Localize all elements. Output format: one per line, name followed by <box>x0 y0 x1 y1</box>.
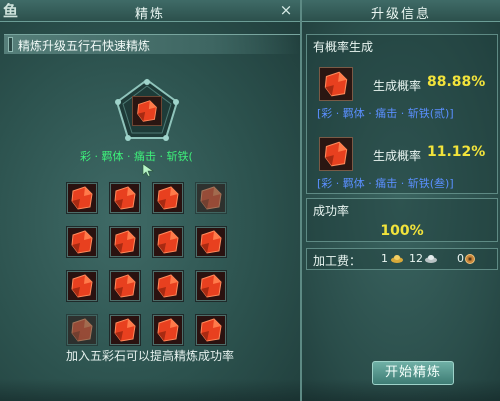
material-slot[interactable] <box>66 226 98 258</box>
result-label-2: 生成概率 <box>373 149 422 163</box>
refine-window: 鱼 精炼 × 精炼升级五行石快速精炼 彩 · 羁体 · 痛击 · 斩铁(加入五… <box>0 0 302 401</box>
result-stone-slot-2[interactable] <box>319 137 353 171</box>
material-slot[interactable] <box>152 314 184 346</box>
success-rate-panel: 成功率 100% <box>306 198 498 242</box>
material-slot[interactable] <box>66 270 98 302</box>
result-row-1: 生成概率 88.88% [彩 · 羁体 · 痛击 · 斩铁(贰)] <box>315 67 499 127</box>
red-stone-icon <box>324 141 348 167</box>
bottom-shade <box>0 379 300 401</box>
start-refine-button[interactable]: 开始精炼 <box>372 361 454 385</box>
refine-titlebar: 鱼 精炼 × <box>0 0 300 22</box>
fee-gold-value: 1 <box>381 252 388 265</box>
material-slot[interactable] <box>109 270 141 302</box>
red-stone-icon <box>157 274 179 298</box>
gold-ingot-icon <box>391 255 403 263</box>
refine-tab-label: 精炼升级五行石快速精炼 <box>18 39 151 53</box>
red-stone-icon <box>71 186 93 210</box>
cursor-arrow-icon <box>142 163 154 177</box>
red-stone-icon <box>157 230 179 254</box>
refine-tab[interactable]: 精炼升级五行石快速精炼 <box>4 34 300 54</box>
main-stone-socket[interactable] <box>114 78 180 144</box>
red-stone-icon <box>200 318 222 342</box>
red-stone-icon <box>114 274 136 298</box>
stone-attribute-text: 彩 · 羁体 · 痛击 · 斩铁( <box>80 150 193 163</box>
material-slot[interactable] <box>109 226 141 258</box>
result-label-1: 生成概率 <box>373 79 422 93</box>
material-slot[interactable] <box>66 314 98 346</box>
red-stone-icon <box>71 230 93 254</box>
fee-label: 加工费： <box>313 254 362 268</box>
material-slot[interactable] <box>195 226 227 258</box>
probability-panel-title: 有概率生成 <box>313 40 374 54</box>
material-slot[interactable] <box>152 226 184 258</box>
red-stone-icon <box>114 230 136 254</box>
result-rate-1: 88.88% <box>427 74 486 90</box>
red-stone-icon <box>114 318 136 342</box>
tab-handle-icon <box>8 37 13 52</box>
material-slot[interactable] <box>152 270 184 302</box>
material-slot[interactable] <box>195 270 227 302</box>
fee-panel: 加工费： 1 12 0 <box>306 248 498 270</box>
material-grid <box>66 182 227 346</box>
copper-coin-icon <box>465 254 475 264</box>
upgrade-info-title: 升级信息 <box>370 7 431 22</box>
red-stone-icon <box>157 318 179 342</box>
material-slot[interactable] <box>195 314 227 346</box>
material-slot[interactable] <box>195 182 227 214</box>
red-stone-icon <box>200 230 222 254</box>
material-slot[interactable] <box>109 182 141 214</box>
material-slot[interactable] <box>66 182 98 214</box>
red-stone-icon <box>324 71 348 97</box>
result-row-2: 生成概率 11.12% [彩 · 羁体 · 痛击 · 斩铁(叁)] <box>315 137 499 197</box>
probability-panel: 有概率生成 生成概率 88.88% [彩 · 羁体 · 痛击 · 斩铁(贰)] <box>306 34 498 194</box>
red-stone-icon <box>137 100 157 122</box>
material-slot[interactable] <box>152 182 184 214</box>
fee-copper-value: 0 <box>457 252 464 265</box>
red-stone-icon <box>71 318 93 342</box>
refine-window-title: 精炼 <box>134 7 165 22</box>
red-stone-icon <box>200 186 222 210</box>
refine-hint-text: 加入五彩石可以提高精炼成功率 <box>66 349 235 363</box>
center-stone-slot[interactable] <box>132 96 162 126</box>
upgrade-info-titlebar: 升级信息 <box>302 0 500 22</box>
red-stone-icon <box>157 186 179 210</box>
success-rate-title: 成功率 <box>313 204 350 218</box>
red-stone-icon <box>71 274 93 298</box>
material-slot[interactable] <box>109 314 141 346</box>
result-stone-slot-1[interactable] <box>319 67 353 101</box>
fee-silver-value: 12 <box>409 252 423 265</box>
close-button[interactable]: × <box>278 2 294 18</box>
upgrade-info-window: 升级信息 有概率生成 生成概率 88.88% [彩 · 羁体 · 痛击 · 斩铁… <box>302 0 500 401</box>
result-attribute-2: [彩 · 羁体 · 痛击 · 斩铁(叁)] <box>317 177 454 190</box>
red-stone-icon <box>200 274 222 298</box>
red-stone-icon <box>114 186 136 210</box>
result-attribute-1: [彩 · 羁体 · 痛击 · 斩铁(贰)] <box>317 107 454 120</box>
silver-ingot-icon <box>425 255 437 263</box>
result-rate-2: 11.12% <box>427 144 486 160</box>
success-rate-value: 100% <box>380 223 424 239</box>
